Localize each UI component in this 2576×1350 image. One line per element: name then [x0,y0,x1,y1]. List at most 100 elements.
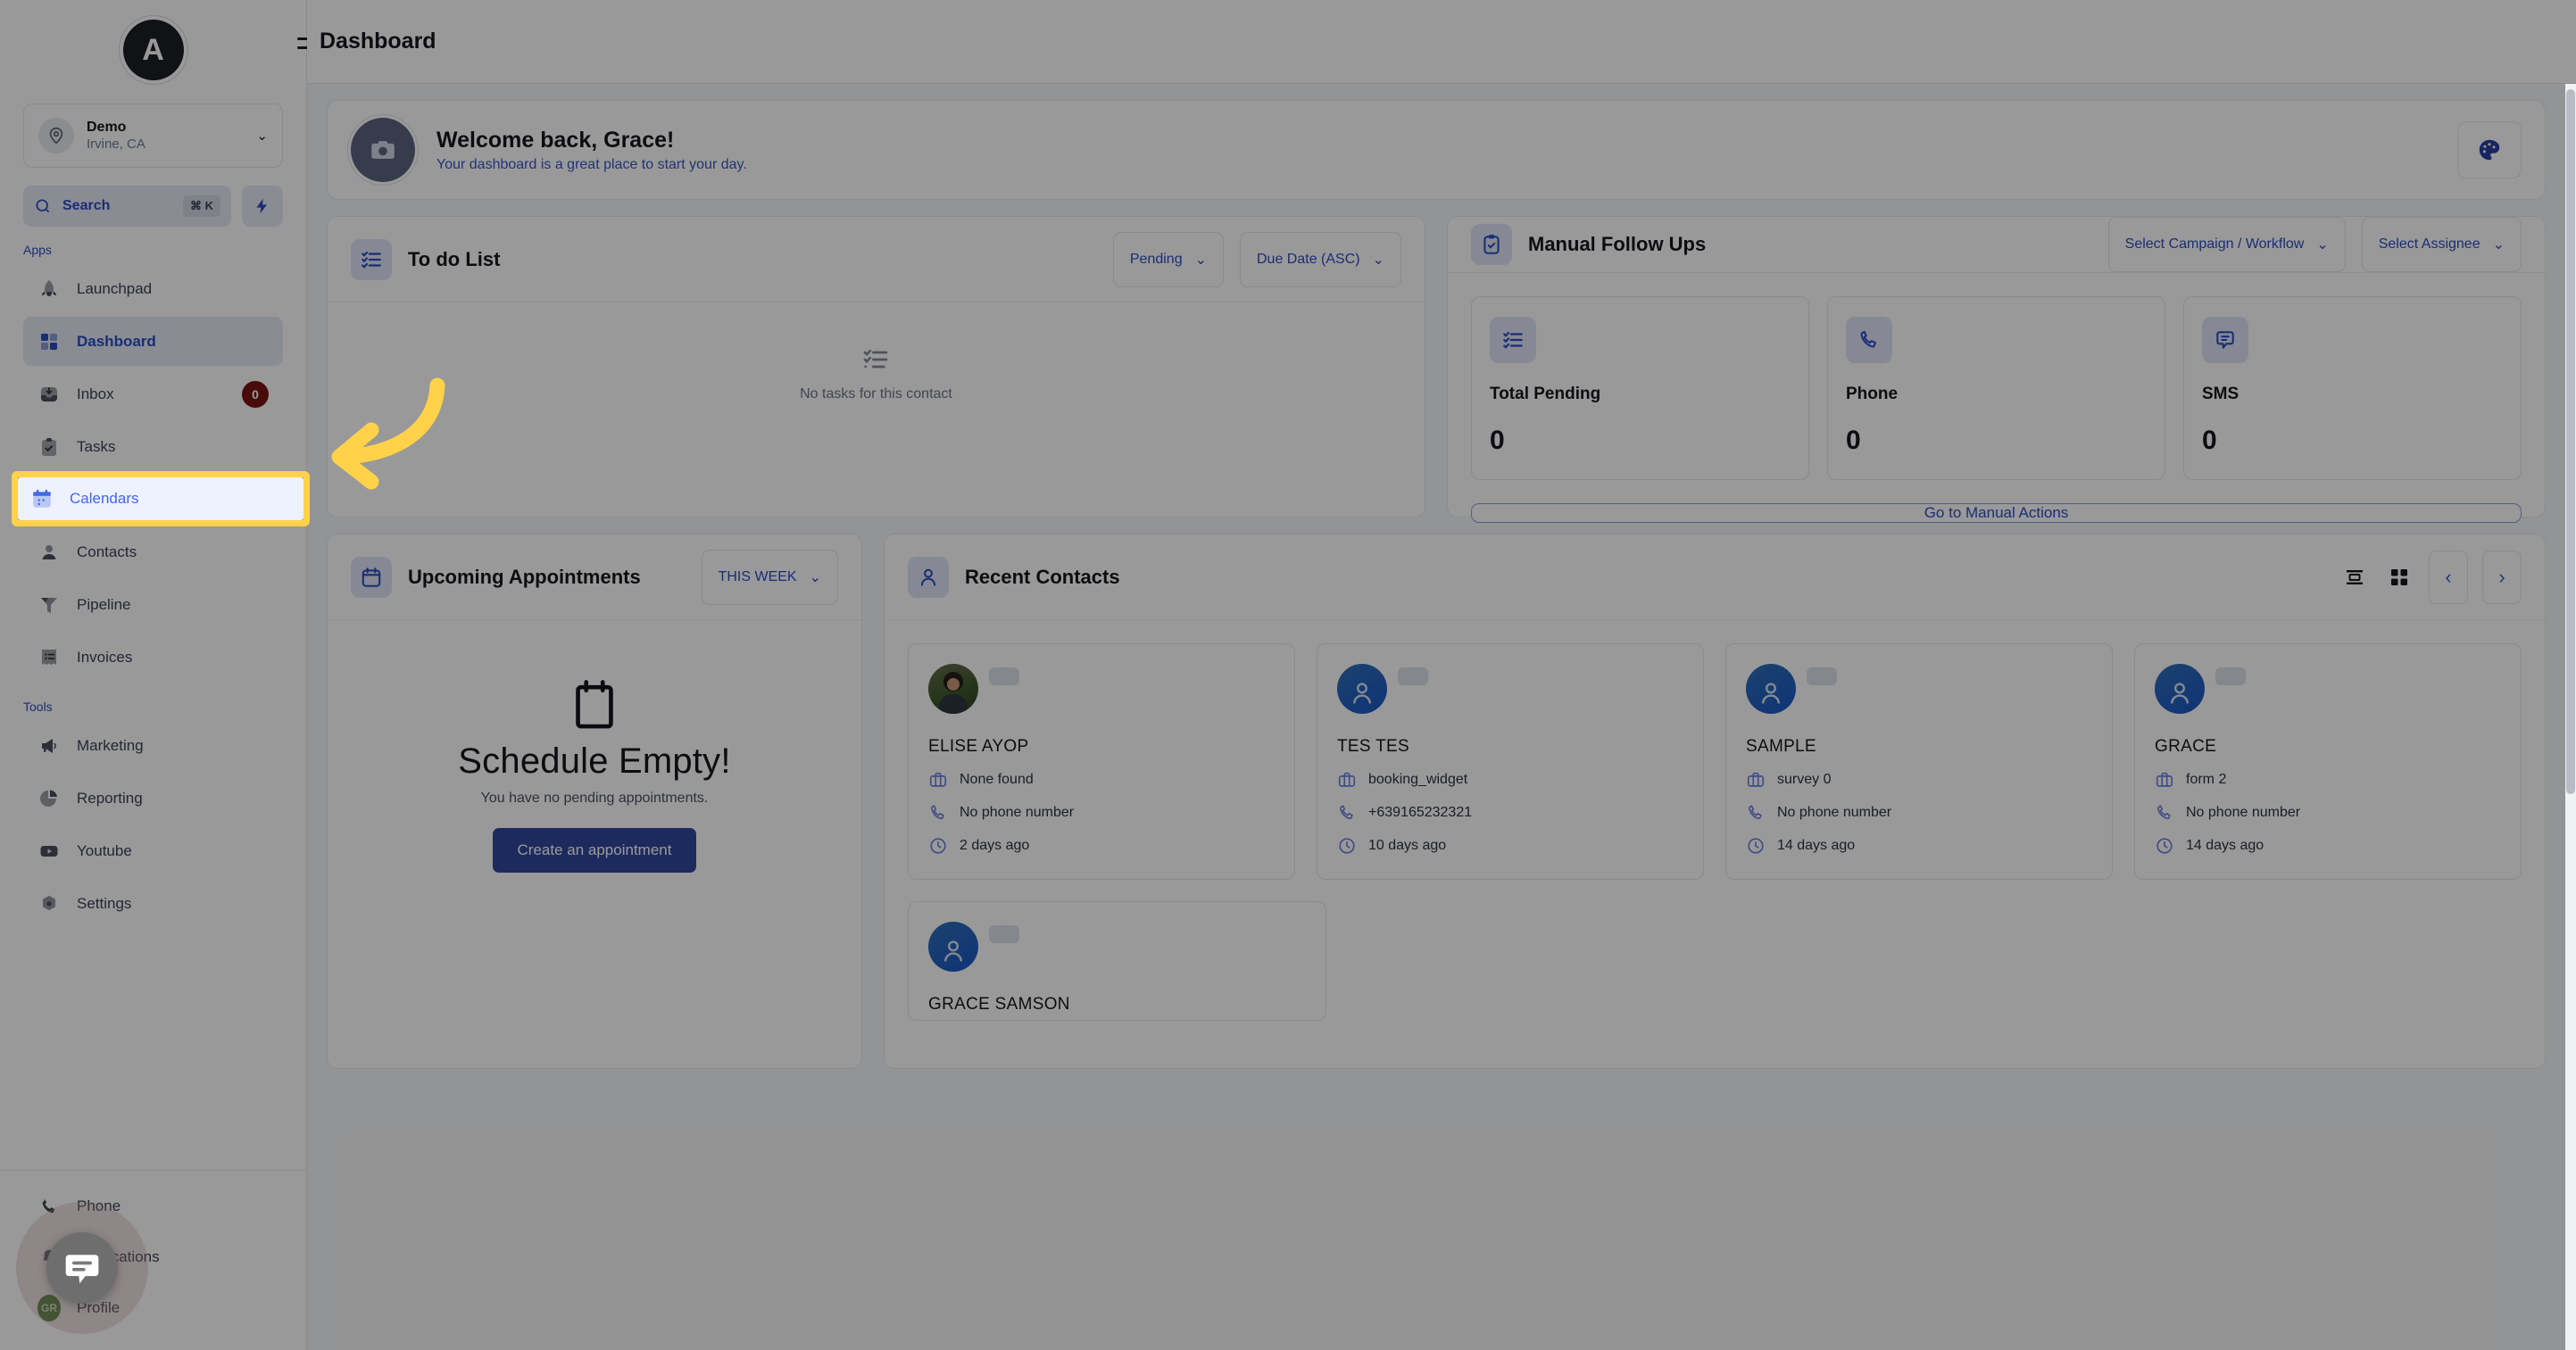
avatar [928,922,978,972]
inbox-badge: 0 [242,380,269,408]
welcome-texts: Welcome back, Grace! Your dashboard is a… [436,128,2436,173]
sidebar-item-marketing[interactable]: Marketing [23,721,283,770]
contact-source-text: form 2 [2186,772,2227,787]
sidebar-item-label: Inbox [77,385,114,402]
stat-label: SMS [2202,385,2239,403]
briefcase-icon [929,772,947,787]
phone-icon [2157,805,2171,820]
sidebar-item-contacts[interactable]: Contacts [23,527,283,576]
todo-sort-filter[interactable]: Due Date (ASC) ⌄ [1240,231,1401,287]
contact-tag-placeholder [989,667,1019,685]
clipboard-check-icon [1471,224,1512,265]
sidebar-item-label: Dashboard [77,332,156,350]
search-label: Search [62,198,111,213]
contact-source: None found [928,770,1275,790]
contact-card[interactable]: TES TES booking_widget +639165232321 10 … [1317,643,1704,880]
contact-card[interactable]: GRACE form 2 No phone number 14 days ago [2134,643,2522,880]
theme-button[interactable] [2457,121,2522,178]
sidebar-item-calendars-highlighted[interactable]: Calendars [18,477,303,520]
phone-icon [1749,805,1762,820]
todo-header: To do List Pending ⌄ Due Date (ASC) ⌄ [328,217,1425,302]
clock-icon [2156,838,2173,854]
quick-actions-button[interactable] [242,186,283,227]
sidebar-item-tasks[interactable]: Tasks [23,422,283,471]
grid-spacer [1348,901,1725,1021]
next-page-button[interactable]: › [2482,550,2522,604]
contact-phone: No phone number [1746,803,2092,823]
sidebar-item-inbox[interactable]: Inbox 0 [23,369,283,418]
welcome-subtitle: Your dashboard is a great place to start… [436,156,747,172]
sidebar: A Demo Irvine, CA ⌄ Search ⌘ K Apps Laun… [0,0,320,1350]
contact-time-text: 10 days ago [1368,838,1447,853]
stat-value: 0 [1490,426,1505,455]
sidebar-item-invoices[interactable]: Invoices [23,633,283,682]
todo-status-value: Pending [1129,251,1183,267]
recent-contacts-actions: ‹ › [2339,550,2522,604]
contact-phone-text: No phone number [2186,805,2301,820]
chevron-down-icon: ⌄ [2492,237,2505,253]
contact-card[interactable]: ELISE AYOP None found No phone number 2 … [908,643,1295,880]
list-view-icon[interactable] [2339,562,2370,592]
todo-empty-state: No tasks for this contact [328,302,1425,517]
recent-contacts-title: Recent Contacts [965,565,1120,588]
follow-ups-card: Manual Follow Ups Select Campaign / Work… [1447,216,2546,523]
contact-time: 14 days ago [2155,836,2501,856]
appointments-range-filter[interactable]: THIS WEEK ⌄ [701,549,838,605]
go-to-manual-actions-button[interactable]: Go to Manual Actions [1471,503,2522,523]
prev-page-button[interactable]: ‹ [2429,550,2468,604]
chat-widget-button[interactable] [46,1232,118,1304]
user-outline-icon [908,556,949,598]
sidebar-item-pipeline[interactable]: Pipeline [23,580,283,629]
sidebar-item-reporting[interactable]: Reporting [23,774,283,823]
contact-name: SAMPLE [1746,737,1816,756]
grid-spacer [2145,901,2522,1021]
location-pin-icon [38,118,74,153]
campaign-filter[interactable]: Select Campaign / Workflow ⌄ [2107,217,2346,272]
sidebar-item-settings[interactable]: Settings [23,879,283,928]
recent-contacts-card: Recent Contacts ‹ › ELISE AYOP None foun… [884,534,2546,1069]
receipt-icon [37,646,61,669]
clock-icon [1339,838,1355,854]
stat-value: 0 [2202,426,2217,455]
avatar [1746,664,1796,714]
chevron-down-icon: ⌄ [1372,252,1384,268]
stat-label: Total Pending [1490,385,1601,403]
assignee-filter[interactable]: Select Assignee ⌄ [2361,217,2522,272]
contact-source-text: survey 0 [1777,772,1832,787]
sidebar-item-dashboard[interactable]: Dashboard [23,317,283,366]
checklist-icon [351,238,392,280]
contact-time: 10 days ago [1337,836,1683,856]
clock-icon [930,838,946,854]
todo-empty-text: No tasks for this contact [800,386,952,402]
contact-source-text: None found [960,772,1034,787]
calendar-icon [30,487,54,510]
briefcase-icon [1747,772,1765,787]
stat-label: Phone [1846,385,1899,403]
todo-status-filter[interactable]: Pending ⌄ [1112,231,1224,287]
person-icon [37,541,61,564]
follow-ups-title: Manual Follow Ups [1528,233,1707,255]
contact-card-top [2155,664,2501,714]
grid-view-icon[interactable] [2384,562,2414,592]
calendar-icon [351,556,392,598]
contact-card[interactable]: SAMPLE survey 0 No phone number 14 days … [1725,643,2113,880]
sms-icon [2202,317,2248,363]
contact-card-top [1746,664,2092,714]
contact-card[interactable]: GRACE SAMSON [908,901,1326,1021]
app-logo[interactable]: A [122,20,184,80]
recent-contacts-header: Recent Contacts ‹ › [885,534,2545,620]
sidebar-item-launchpad[interactable]: Launchpad [23,264,283,313]
contact-time: 14 days ago [1746,836,2092,856]
search-row: Search ⌘ K [23,186,283,227]
todo-title: To do List [408,247,501,270]
location-switcher[interactable]: Demo Irvine, CA ⌄ [23,104,283,168]
sidebar-item-youtube[interactable]: Youtube [23,826,283,875]
contact-tag-placeholder [2215,667,2246,685]
page-scrollbar-thumb[interactable] [2566,89,2575,794]
stat-phone: Phone 0 [1827,296,2165,480]
contact-source: form 2 [2155,770,2501,790]
create-appointment-button[interactable]: Create an appointment [492,828,697,873]
contact-card-top [928,922,1306,972]
search-input[interactable]: Search ⌘ K [23,186,231,227]
calendar-icon [576,680,613,729]
